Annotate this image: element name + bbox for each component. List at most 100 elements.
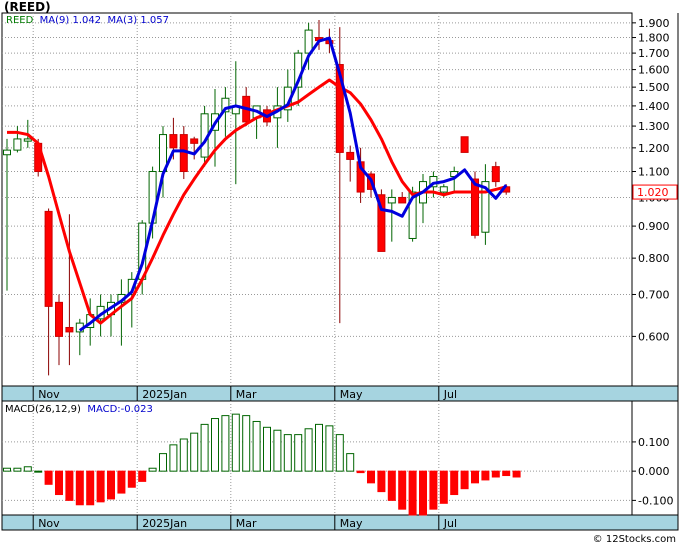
macd-bar (211, 418, 219, 472)
macd-value-label: MACD:-0.023 (87, 404, 153, 415)
macd-bar (65, 470, 74, 501)
macd-y-tick-label: 0.100 (638, 436, 670, 449)
macd-bar (398, 470, 407, 510)
macd-label: MACD(26,12,9) (5, 404, 81, 415)
macd-bar (55, 470, 63, 496)
macd-bar (273, 429, 282, 472)
x-tick-label: Nov (38, 388, 60, 401)
y-tick-label: 1.100 (638, 166, 670, 179)
macd-bar (200, 423, 209, 472)
site-credit: © 12Stocks.com (592, 534, 676, 545)
y-tick-label: 1.700 (638, 47, 670, 60)
x-tick-label-bottom: Mar (236, 517, 257, 530)
legend-ma9-label: MA(9) (39, 15, 70, 26)
candle-body (491, 166, 500, 183)
macd-bar (190, 432, 199, 472)
macd-bar (252, 420, 261, 472)
price-legend: REED MA(9) 1.042 MA(3) 1.057 (6, 15, 169, 27)
macd-bar (304, 428, 313, 472)
y-tick-label: 1.200 (638, 142, 670, 155)
y-tick-label: 0.600 (638, 330, 670, 343)
macd-bar (107, 470, 115, 500)
x-tick-label: May (340, 388, 363, 401)
macd-bar (335, 434, 344, 472)
price-chart-svg: Nov Nov 2025Jan 2025Jan Mar Mar May May Jul Jul 0.… (1, 12, 679, 531)
y-tick-label: 1.300 (638, 120, 670, 133)
macd-bar (34, 470, 43, 473)
macd-bar (367, 470, 375, 484)
macd-bar (169, 444, 178, 472)
candle-body (44, 210, 53, 307)
x-tick-label-bottom: 2025Jan (142, 517, 187, 530)
macd-bar (502, 470, 511, 477)
macd-bar (283, 434, 292, 472)
y-tick-label: 0.800 (638, 252, 670, 265)
macd-bar (127, 470, 136, 488)
macd-bar (13, 467, 22, 472)
macd-bar (387, 470, 396, 501)
last-price-label: 1.020 (637, 186, 669, 199)
legend-ma9-value: 1.042 (72, 15, 102, 26)
candle-body (387, 196, 396, 204)
macd-bar (221, 415, 230, 472)
macd-bar (512, 470, 521, 478)
x-tick-label: Jul (443, 388, 457, 401)
macd-y-tick-label: 0.000 (638, 465, 670, 478)
macd-legend: MACD(26,12,9) MACD:-0.023 (5, 404, 153, 416)
macd-bar (471, 470, 479, 484)
macd-y-tick-label: -0.100 (638, 494, 673, 507)
macd-bar (419, 470, 427, 516)
macd-bar (159, 453, 167, 472)
y-tick-label: 0.700 (638, 288, 670, 301)
macd-bar (263, 426, 271, 472)
candle-body (190, 138, 199, 144)
y-tick-label: 1.400 (638, 100, 670, 113)
macd-bar (315, 423, 323, 472)
macd-bar (356, 470, 365, 474)
macd-bar (346, 453, 355, 472)
candle-body (471, 178, 479, 236)
candle-body (65, 326, 74, 333)
macd-bar (429, 470, 438, 510)
macd-bar (481, 470, 490, 481)
macd-bar (460, 470, 469, 490)
macd-bar (75, 470, 84, 506)
candle-body (398, 196, 407, 204)
macd-bar (325, 425, 334, 472)
macd-bar (96, 470, 105, 503)
macd-bar (408, 470, 417, 516)
macd-bar (138, 470, 147, 482)
price-pane (1, 12, 633, 387)
macd-bar (491, 470, 500, 478)
macd-bar (23, 466, 32, 472)
candle-body (169, 134, 178, 149)
macd-bar (377, 470, 386, 493)
macd-bar (86, 470, 95, 506)
x-tick-label-bottom: Jul (443, 517, 457, 530)
ticker-title: (REED) (4, 0, 51, 14)
macd-bar (3, 467, 11, 472)
macd-bar (148, 467, 157, 472)
candle-body (23, 138, 32, 142)
y-tick-label: 0.900 (638, 220, 670, 233)
candle-body (13, 138, 22, 151)
x-tick-label: 2025Jan (142, 388, 187, 401)
x-tick-label-bottom: Nov (38, 517, 60, 530)
legend-ma3-label: MA(3) (107, 15, 138, 26)
macd-bar (231, 413, 240, 472)
legend-symbol: REED (6, 15, 34, 26)
macd-bar (242, 415, 251, 472)
candle-body (3, 149, 11, 156)
candle-body (460, 136, 469, 153)
macd-bar (44, 470, 53, 485)
x-tick-label: Mar (236, 388, 257, 401)
macd-bar (439, 470, 448, 504)
x-tick-label-bottom: May (340, 517, 363, 530)
chart-stage: Nov Nov 2025Jan 2025Jan Mar Mar May May Jul Jul 0.… (0, 0, 680, 546)
macd-bar (179, 438, 188, 472)
candle-body (439, 186, 448, 193)
y-tick-label: 1.600 (638, 64, 670, 77)
y-tick-label: 1.500 (638, 81, 670, 94)
y-tick-label: 1.800 (638, 32, 670, 45)
macd-bar (450, 470, 459, 496)
